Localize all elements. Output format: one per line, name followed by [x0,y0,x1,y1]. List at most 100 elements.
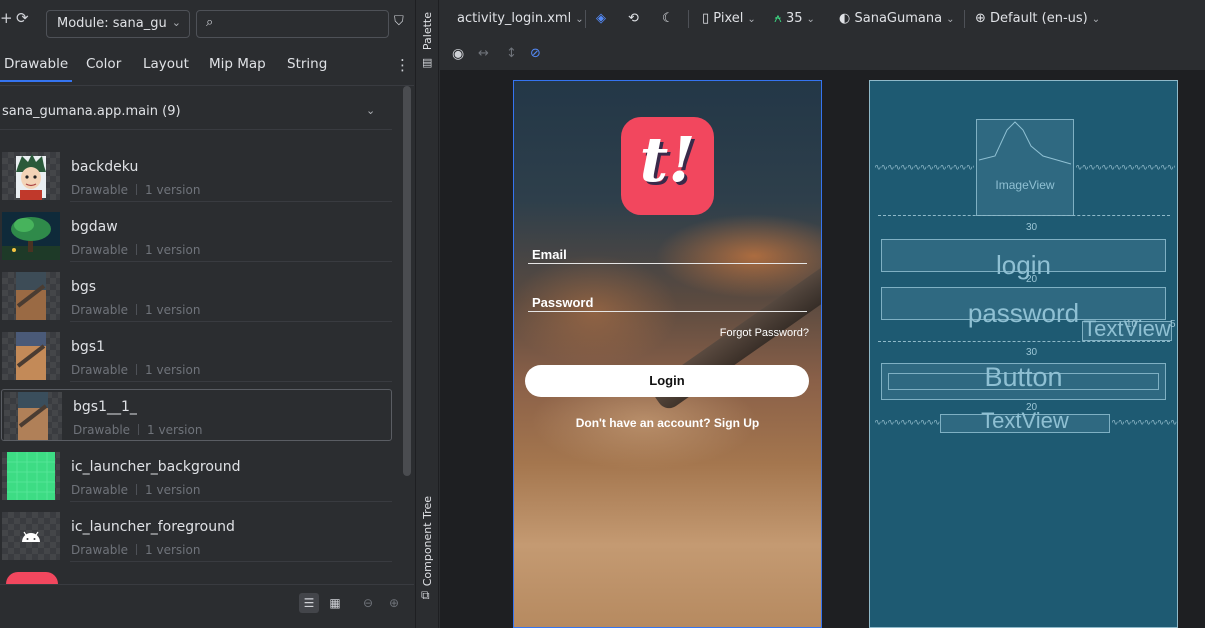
module-select[interactable]: Module: sana_gu ⌄ [46,10,190,38]
margin-label: 5 [1170,319,1176,330]
resource-item-selected[interactable]: bgs1__1_ Drawable 1 version [1,389,392,441]
refresh-icon[interactable]: ⟳ [16,11,29,26]
horizontal-arrows-icon[interactable]: ↔ [478,46,489,61]
constraints-icon[interactable]: ⊘ [530,46,541,61]
resource-name: bgs [71,279,97,295]
resource-name: bgdaw [71,219,118,235]
palette-icon: ▤ [422,56,433,69]
resource-thumbnail [2,212,60,260]
app-logo: t! [621,117,714,215]
device-selector[interactable]: ▯ Pixel ⌄ [702,11,756,26]
zoom-out-icon[interactable]: ⊖ [358,593,378,613]
tab-color[interactable]: Color [86,56,121,72]
resource-type-tabs: Drawable Color Layout Mip Map String [0,52,414,86]
tab-drawable[interactable]: Drawable [0,56,73,82]
resource-item[interactable]: ic_launcher_foreground Drawable 1 version [0,510,392,562]
resource-name: bgs1__1_ [73,399,137,415]
login-button[interactable]: Login [525,365,809,397]
resource-item[interactable]: bgs1 Drawable 1 version [0,330,392,382]
resource-meta: Drawable 1 version [73,423,203,437]
module-select-label: Module: sana_gu [57,16,167,31]
group-header: sana_gumana.app.main (9) [2,104,181,119]
resource-thumbnail [2,152,60,200]
search-icon: ⌕ [206,15,214,30]
add-icon[interactable]: + [0,11,13,26]
signup-textview-blueprint[interactable]: TextView [940,408,1110,433]
resource-thumbnail [2,332,60,380]
resource-name: bgs1 [71,339,105,355]
orientation-icon[interactable]: ⟲ [628,11,639,26]
margin-label: 10 [1126,319,1138,330]
locale-selector[interactable]: ⊕ Default (en-us) ⌄ [975,11,1100,26]
resource-thumbnail [4,392,62,440]
tool-window-strip: ▤ Palette Component Tree ⧉ [415,0,439,628]
chevron-down-icon[interactable]: ⌄ [366,104,375,117]
resource-thumbnail [6,572,58,584]
android-icon: ⍲ [774,11,786,26]
resource-meta: Drawable 1 version [71,363,201,377]
resource-item[interactable]: bgs Drawable 1 version [0,270,392,322]
resource-meta: Drawable 1 version [71,243,201,257]
theme-icon: ◐ [839,11,855,26]
resource-thumbnail [2,452,60,500]
search-field[interactable]: ⌕ [196,10,389,38]
constraint-spring: ∿∿∿∿∿∿∿∿∿∿∿∿∿∿∿∿∿∿∿∿ [874,420,940,426]
margin-label: 30 [1026,347,1038,358]
imageview-blueprint[interactable]: ImageView [976,119,1074,216]
theme-selector[interactable]: ◐ SanaGumana ⌄ [839,11,954,26]
more-options-icon[interactable]: ⋮ [395,56,410,74]
list-view-icon[interactable]: ☰ [299,593,319,613]
guideline [878,215,1170,216]
vertical-arrows-icon[interactable]: ↕ [506,46,517,61]
resource-name: ic_launcher_foreground [71,519,235,535]
email-field[interactable] [528,263,807,264]
blueprint-view[interactable]: ∿∿∿∿∿∿∿∿∿∿∿∿∿∿∿∿∿∿∿∿∿∿∿∿∿∿∿∿∿ ∿∿∿∿∿∿∿∿∿∿… [869,80,1178,628]
chevron-down-icon: ⌄ [171,16,181,29]
resource-name: ic_launcher_background [71,459,241,475]
file-selector[interactable]: activity_login.xml ⌄ [457,11,584,26]
margin-label: 20 [1026,274,1038,285]
resource-item[interactable]: bgdaw Drawable 1 version [0,210,392,262]
resource-thumbnail [2,272,60,320]
resource-meta: Drawable 1 version [71,183,201,197]
margin-label: 30 [1026,222,1038,233]
design-surface-icon[interactable]: ◈ [596,11,606,26]
signup-link[interactable]: Don't have an account? Sign Up [514,416,821,430]
resource-item[interactable] [0,570,392,584]
resource-meta: Drawable 1 version [71,483,201,497]
resource-item[interactable]: ic_launcher_background Drawable 1 version [0,450,392,502]
tab-string[interactable]: String [287,56,327,72]
constraint-spring: ∿∿∿∿∿∿∿∿∿∿∿∿∿∿∿∿∿∿∿∿ [1111,420,1177,426]
tab-layout[interactable]: Layout [143,56,189,72]
tab-mip-map[interactable]: Mip Map [209,56,266,72]
password-field[interactable] [528,311,807,312]
search-input[interactable] [225,15,375,33]
guideline [878,341,1170,342]
grid-view-icon[interactable]: ▦ [325,593,345,613]
api-selector[interactable]: ⍲ 35 ⌄ [774,11,815,26]
resource-manager-panel: + ⟳ Module: sana_gu ⌄ ⌕ ⛉ Drawable Color… [0,0,414,628]
palette-tab[interactable]: Palette [421,12,434,50]
resource-item[interactable]: backdeku Drawable 1 version [0,150,392,202]
forgot-password-link[interactable]: Forgot Password? [720,327,809,339]
password-label: Password [532,295,594,310]
phone-icon: ▯ [702,11,714,26]
filter-icon[interactable]: ⛉ [394,14,404,29]
globe-icon: ⊕ [975,11,991,26]
button-blueprint[interactable]: Button [881,362,1166,400]
resource-thumbnail [2,512,60,560]
scrollbar[interactable] [403,86,411,476]
component-tree-tab[interactable]: Component Tree [421,496,434,586]
night-mode-icon[interactable]: ☾ [662,11,674,26]
constraint-spring: ∿∿∿∿∿∿∿∿∿∿∿∿∿∿∿∿∿∿∿∿∿∿∿∿∿∿∿∿∿ [1075,165,1175,171]
resource-name: backdeku [71,159,139,175]
divider [0,129,392,130]
eye-icon[interactable]: ◉ [452,46,464,62]
component-tree-icon: ⧉ [421,588,430,602]
bottom-toolbar: ☰ ▦ ⊖ ⊕ [0,584,414,620]
resource-meta: Drawable 1 version [71,303,201,317]
design-preview[interactable]: t! Email Password Forgot Password? Login… [513,80,822,628]
login-field-blueprint[interactable]: login [881,239,1166,280]
email-label: Email [532,247,567,262]
zoom-in-icon[interactable]: ⊕ [384,593,404,613]
